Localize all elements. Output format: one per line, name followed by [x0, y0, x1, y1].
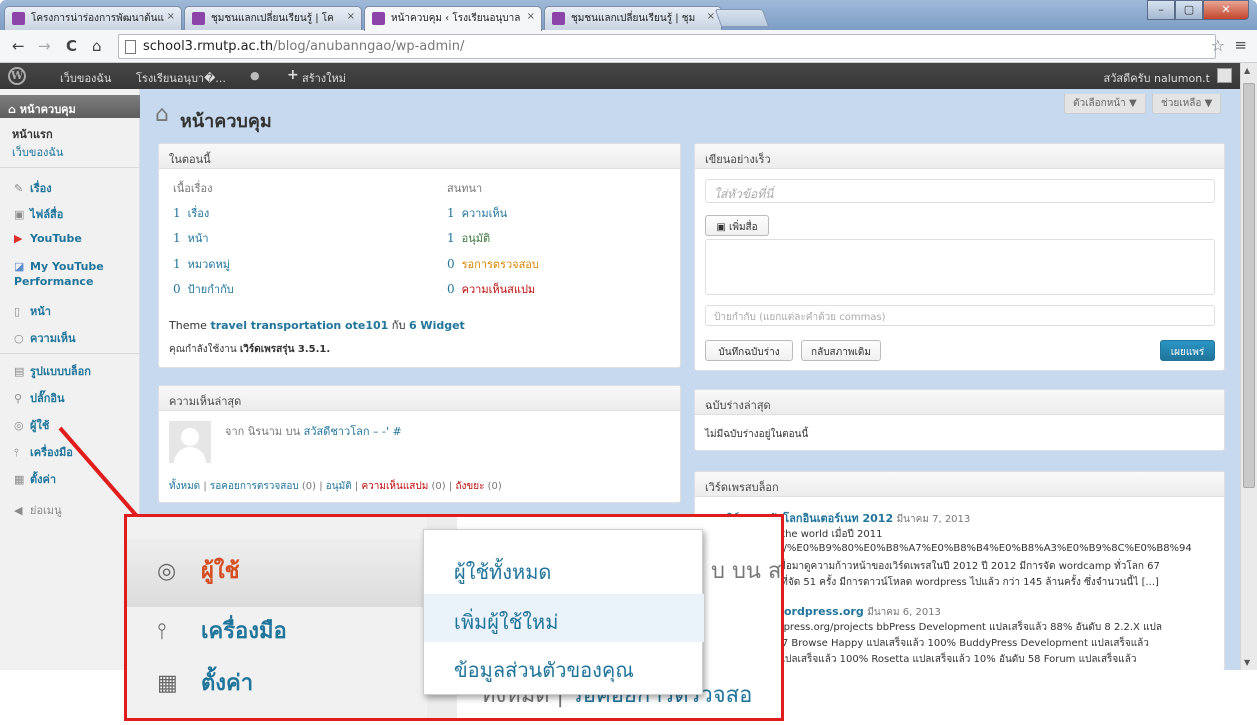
browser-tab-active[interactable]: หน้าควบคุม ‹ โรงเรียนอนุบาล ×: [364, 6, 542, 31]
zoom-item-label: ตั้งค่า: [201, 671, 254, 696]
tab-close-icon[interactable]: ×: [527, 11, 535, 22]
zoom-item-label: ผู้ใช้: [201, 559, 240, 584]
zoom-callout: บ บน ส ทั้งหมด | รอคอยการตรวจสอ ◎ ผู้ใช้ …: [124, 514, 784, 721]
zoom-background-text: บ บน ส: [711, 559, 782, 584]
site-favicon-icon: [372, 12, 385, 25]
flyout-item-your-profile[interactable]: ข้อมูลส่วนตัวของคุณ: [424, 642, 704, 690]
users-icon: ◎: [157, 559, 177, 584]
tab-title: หน้าควบคุม ‹ โรงเรียนอนุบาล: [391, 13, 521, 24]
flyout-item-all-users[interactable]: ผู้ใช้ทั้งหมด: [424, 544, 704, 592]
settings-icon: ▦: [157, 671, 178, 696]
tools-icon: ⫯: [157, 619, 167, 644]
users-flyout-menu: ผู้ใช้ทั้งหมด เพิ่มผู้ใช้ใหม่ ข้อมูลส่วน…: [423, 529, 704, 695]
zoom-sidebar-item-users[interactable]: ◎ ผู้ใช้: [157, 553, 240, 588]
zoom-sidebar: ◎ ผู้ใช้ ⫯ เครื่องมือ ▦ ตั้งค่า: [127, 517, 427, 718]
flyout-item-add-new-user[interactable]: เพิ่มผู้ใช้ใหม่: [424, 594, 704, 642]
zoom-sidebar-item-tools[interactable]: ⫯ เครื่องมือ: [157, 613, 287, 648]
zoom-sidebar-item-settings[interactable]: ▦ ตั้งค่า: [157, 665, 253, 700]
zoom-item-label: เครื่องมือ: [201, 619, 287, 644]
